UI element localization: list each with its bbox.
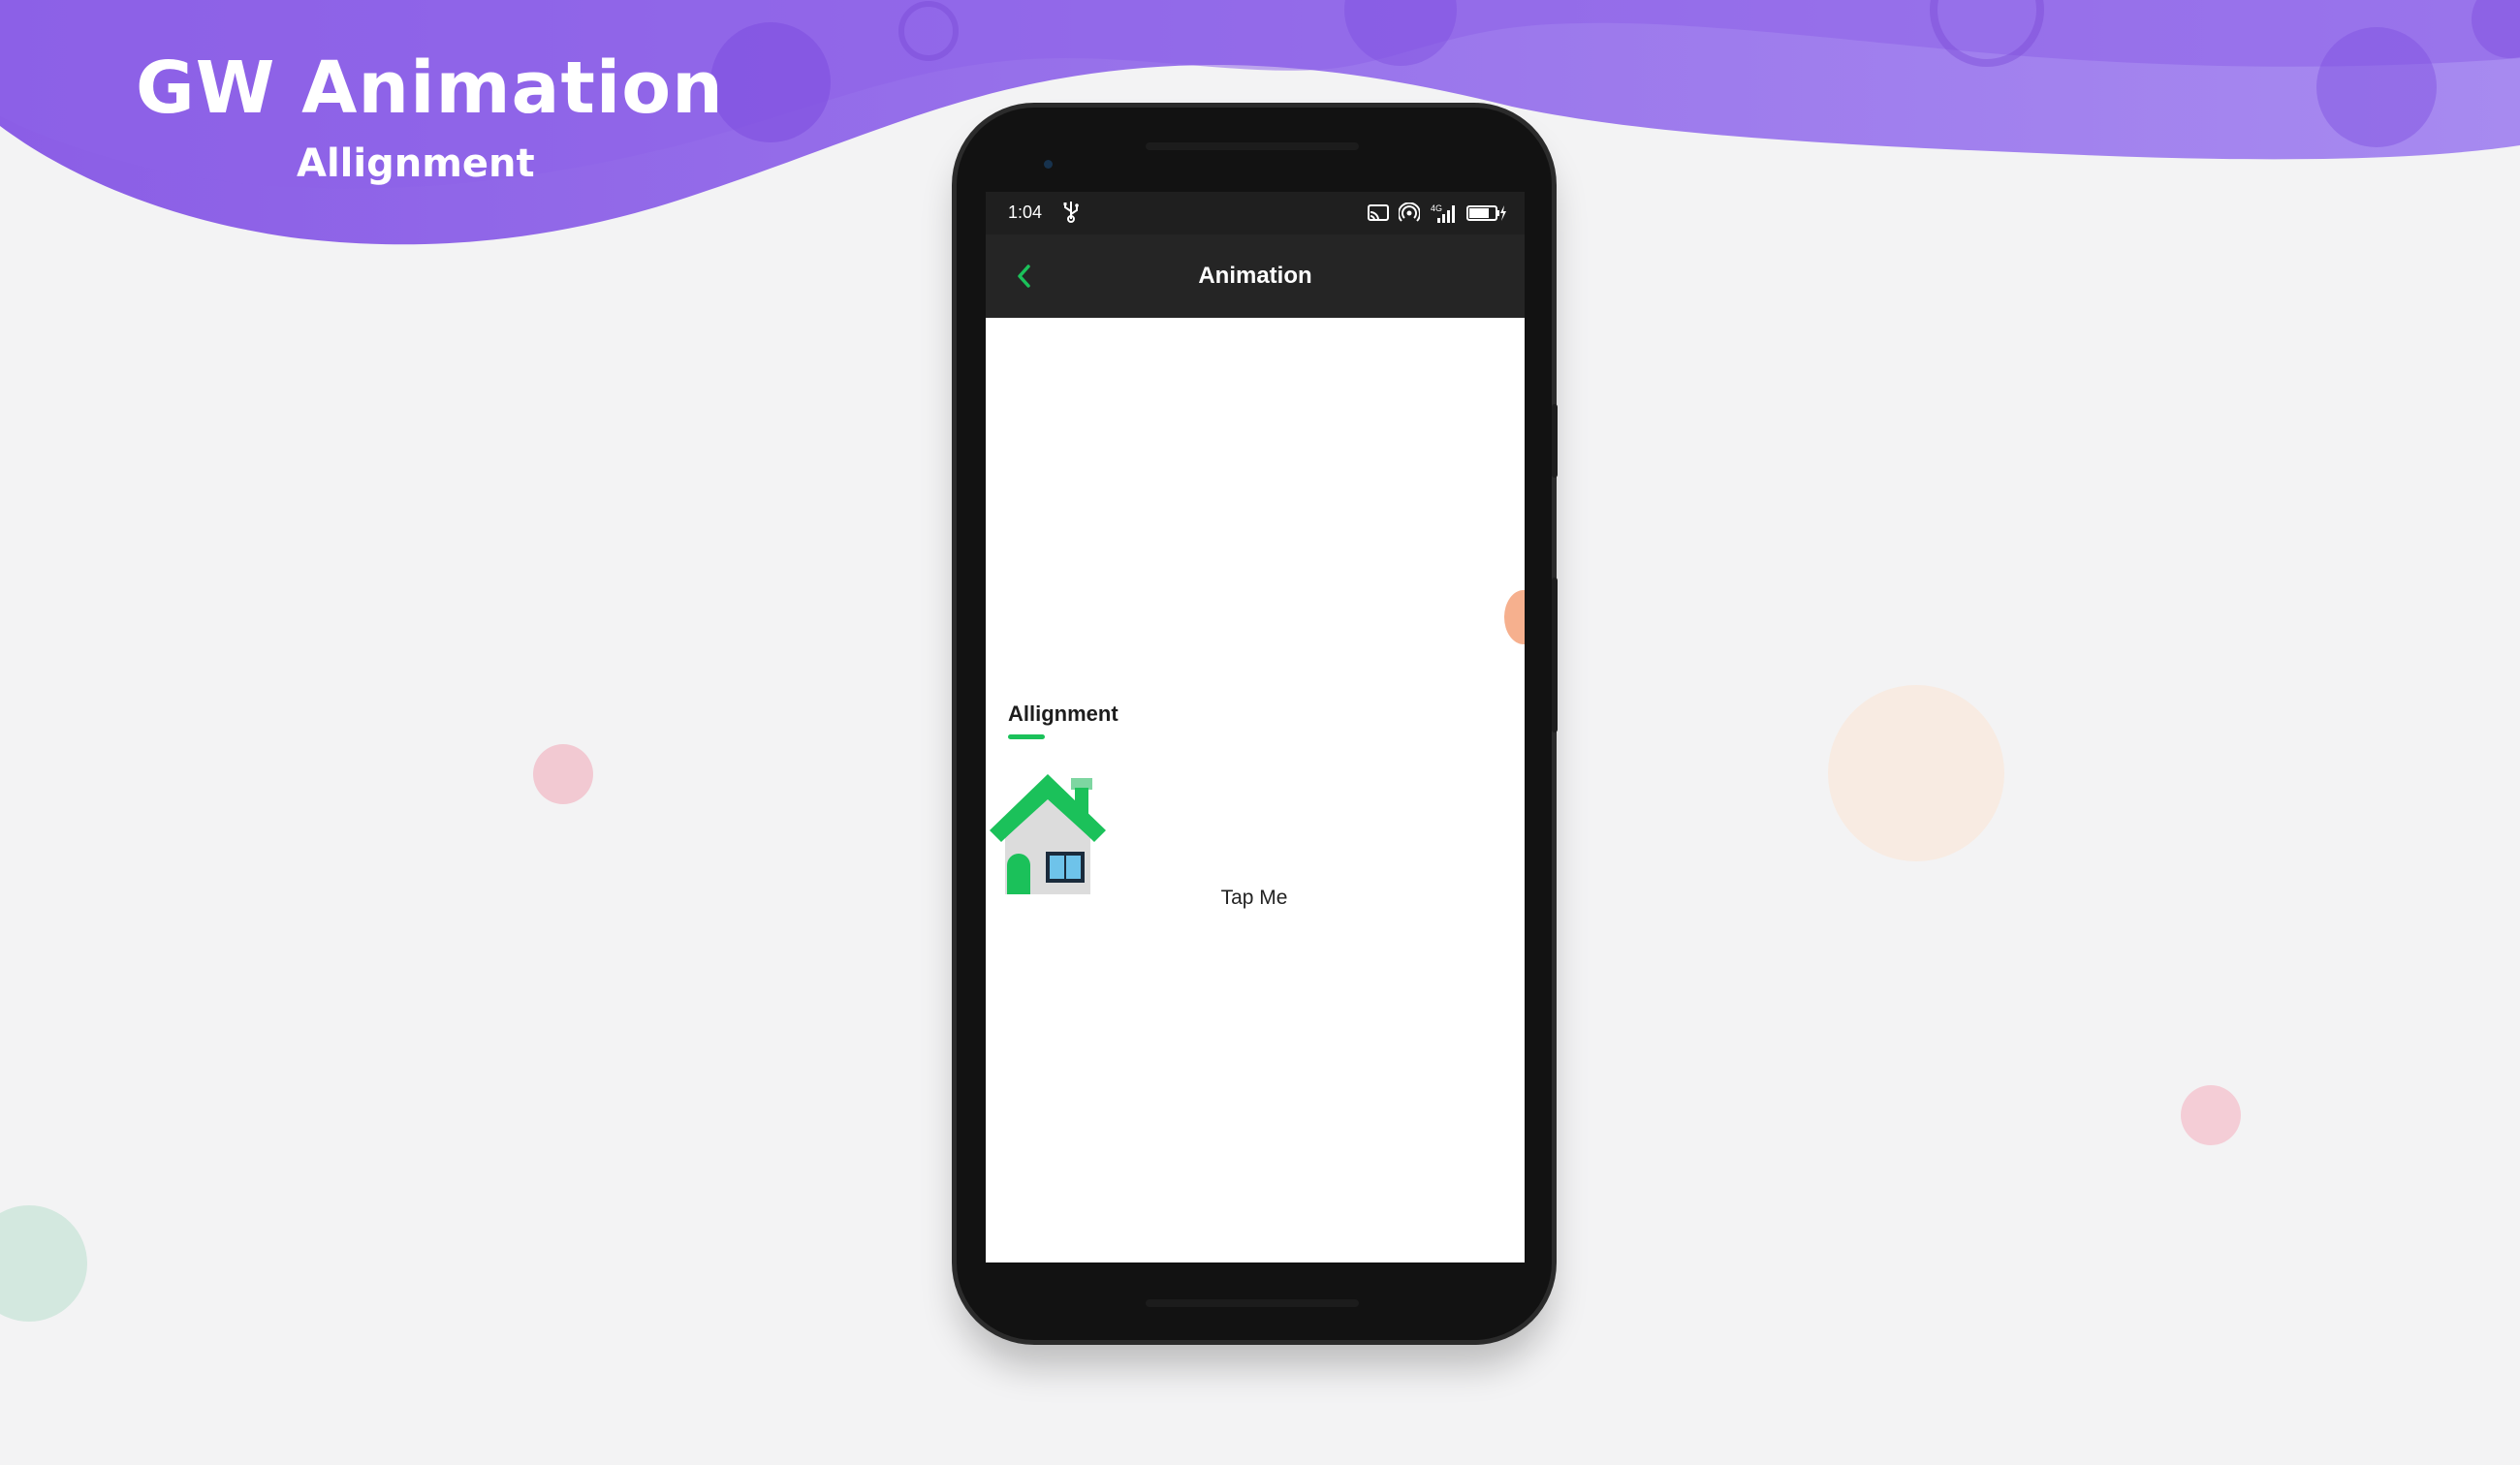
- decor-pink-circle-right: [2181, 1085, 2241, 1145]
- front-camera: [1044, 160, 1053, 169]
- status-time: 1:04: [1008, 203, 1043, 222]
- back-button[interactable]: [1003, 255, 1046, 297]
- status-bar: 1:04 4G: [986, 192, 1525, 234]
- power-button: [1552, 404, 1558, 478]
- cast-icon: [1368, 204, 1389, 221]
- decor-green-circle: [0, 1205, 87, 1322]
- bottom-speaker: [1146, 1299, 1359, 1307]
- phone-screen: 1:04 4G Animation Allignment Tap Me: [986, 192, 1525, 1262]
- battery-charging-icon: [1466, 205, 1506, 221]
- app-bar-title: Animation: [1198, 263, 1312, 289]
- status-icons: 4G: [1368, 202, 1507, 225]
- promo-subtitle: Allignment: [297, 141, 535, 186]
- decor-peach-circle: [1828, 685, 2004, 861]
- promo-stage: GW Animation Allignment 1:04 4G Animatio…: [0, 0, 2520, 1465]
- signal-4g-icon: 4G: [1431, 203, 1455, 223]
- decor-pink-circle-left: [533, 744, 593, 804]
- section-label: Allignment: [1008, 701, 1118, 726]
- usb-icon: [1063, 202, 1079, 223]
- phone-mockup: 1:04 4G Animation Allignment Tap Me: [957, 108, 1558, 1340]
- chevron-left-icon: [1018, 265, 1030, 288]
- app-bar: Animation: [986, 234, 1525, 318]
- earpiece-speaker: [1146, 142, 1359, 150]
- section-underline: [1008, 734, 1045, 739]
- animation-content: Allignment Tap Me: [986, 318, 1525, 1262]
- hotspot-icon: [1399, 203, 1420, 222]
- house-icon: [990, 774, 1106, 894]
- svg-text:4G: 4G: [1431, 203, 1442, 213]
- volume-button: [1552, 577, 1558, 732]
- promo-title: GW Animation: [136, 47, 724, 130]
- tap-me-button[interactable]: Tap Me: [1196, 881, 1312, 916]
